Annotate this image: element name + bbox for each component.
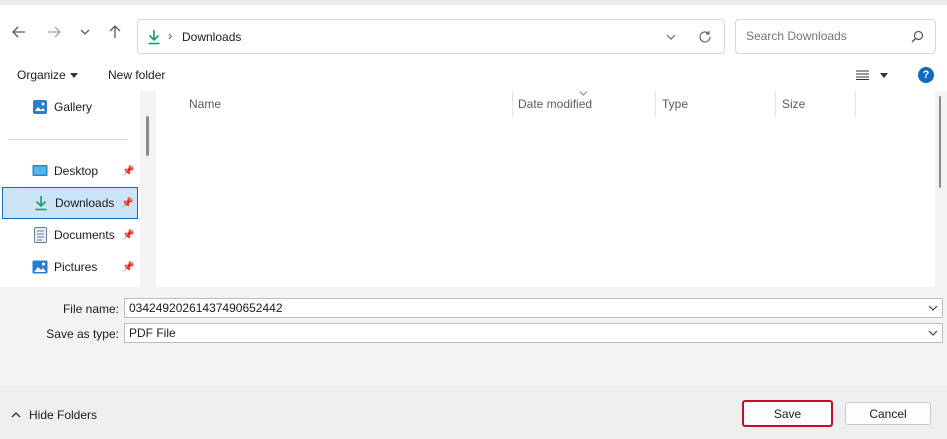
column-header-type[interactable]: Type (662, 91, 774, 117)
search-input[interactable] (744, 28, 904, 44)
column-divider[interactable] (775, 91, 776, 117)
desktop-icon (32, 163, 48, 179)
column-divider[interactable] (855, 91, 856, 117)
documents-icon (32, 227, 48, 243)
arrow-up-icon (109, 25, 121, 38)
pictures-icon (32, 259, 48, 275)
sidebar-item-gallery[interactable]: Gallery (2, 91, 138, 123)
save-type-value: PDF File (129, 326, 176, 340)
pin-icon[interactable]: 📌 (121, 198, 133, 209)
download-icon (33, 195, 49, 211)
arrow-right-icon (48, 26, 61, 38)
cancel-button[interactable]: Cancel (845, 402, 931, 425)
save-type-label: Save as type: (46, 327, 119, 341)
pin-icon[interactable]: 📌 (122, 166, 134, 177)
sidebar-scrollbar[interactable] (146, 116, 149, 156)
file-name-field[interactable]: 03424920261437490652442 (124, 298, 943, 318)
dialog-footer: Hide Folders Save Cancel (0, 386, 947, 439)
breadcrumb-current-folder[interactable]: Downloads (182, 30, 241, 44)
help-button[interactable]: ? (918, 67, 934, 83)
file-list-scrollbar[interactable] (939, 96, 941, 188)
gallery-icon (32, 99, 48, 115)
file-name-value: 03424920261437490652442 (129, 301, 283, 315)
chevron-up-icon (11, 412, 21, 418)
save-type-select[interactable]: PDF File (124, 323, 943, 343)
sidebar-item-label: Desktop (54, 164, 99, 178)
new-folder-button[interactable]: New folder (108, 68, 165, 82)
sidebar-item-label: Gallery (54, 100, 93, 114)
chevron-down-icon[interactable] (928, 305, 938, 311)
cancel-label: Cancel (869, 406, 907, 421)
download-icon (148, 30, 160, 45)
navigation-bar: › Downloads (0, 5, 947, 61)
file-name-label: File name: (62, 302, 119, 316)
file-list: Name Date modified Type Size (156, 91, 935, 287)
address-bar[interactable]: › Downloads (137, 19, 725, 54)
sidebar-item-label: Documents (54, 228, 115, 242)
save-button[interactable]: Save (742, 400, 833, 427)
organize-label: Organize (17, 68, 66, 82)
refresh-icon[interactable] (698, 30, 712, 44)
organize-button[interactable]: Organize (17, 68, 78, 82)
address-dropdown-icon[interactable] (666, 34, 676, 40)
save-label: Save (773, 406, 802, 421)
sidebar-item-pictures[interactable]: Pictures 📌 (2, 251, 138, 283)
search-icon (911, 30, 924, 43)
column-label: Type (662, 97, 689, 111)
command-toolbar: Organize New folder ? (0, 61, 947, 91)
sidebar-item-desktop[interactable]: Desktop 📌 (2, 155, 138, 187)
sidebar-item-label: Downloads (55, 196, 115, 210)
hide-folders-button[interactable]: Hide Folders (11, 408, 97, 422)
caret-down-icon (880, 72, 888, 78)
recent-locations-button[interactable] (73, 20, 97, 44)
column-header-size[interactable]: Size (782, 91, 854, 117)
breadcrumb-separator: › (168, 28, 173, 43)
hide-folders-label: Hide Folders (29, 408, 98, 422)
list-view-icon (856, 70, 869, 80)
column-divider[interactable] (655, 91, 656, 117)
view-options-button[interactable] (856, 70, 888, 80)
search-box[interactable] (735, 19, 936, 54)
column-divider[interactable] (512, 91, 513, 117)
sidebar-item-downloads[interactable]: Downloads 📌 (2, 187, 138, 219)
sort-indicator-icon (579, 91, 588, 96)
caret-down-icon (69, 72, 78, 78)
chevron-down-icon (80, 29, 90, 35)
chevron-down-icon[interactable] (928, 330, 938, 336)
up-button[interactable] (103, 20, 127, 44)
pin-icon[interactable]: 📌 (122, 230, 134, 241)
sidebar-item-documents[interactable]: Documents 📌 (2, 219, 138, 251)
arrow-left-icon (12, 26, 25, 38)
column-label: Date modified (518, 97, 593, 111)
help-icon: ? (922, 69, 930, 81)
forward-button[interactable] (42, 20, 66, 44)
column-header-name[interactable]: Name (189, 91, 511, 117)
column-label: Name (189, 97, 222, 111)
column-label: Size (782, 97, 806, 111)
back-button[interactable] (7, 20, 31, 44)
sidebar-divider (8, 139, 128, 140)
navigation-pane: Gallery Desktop 📌 Downloads 📌 Documents … (0, 91, 140, 287)
sidebar-item-label: Pictures (54, 260, 98, 274)
pin-icon[interactable]: 📌 (122, 262, 134, 273)
